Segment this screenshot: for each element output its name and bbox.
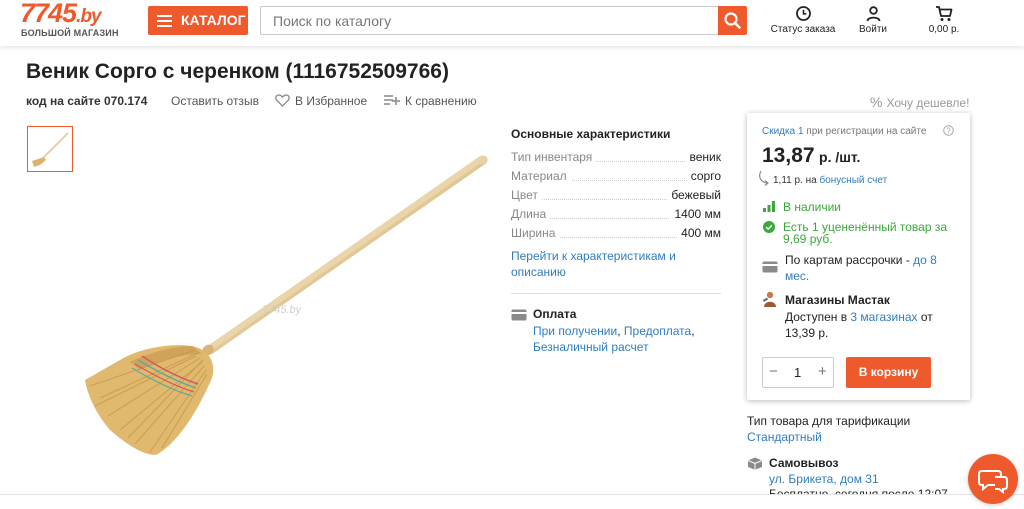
spec-key: Длина	[511, 207, 551, 221]
bonus-note: 1,11 р. на бонусный счет	[773, 175, 887, 186]
discounted-item-link[interactable]: Есть 1 уцененённый товар за 9,69 руб.	[783, 221, 958, 245]
catalog-button[interactable]: КАТАЛОГ	[148, 6, 248, 35]
order-status-link[interactable]: Статус заказа	[768, 5, 838, 39]
spec-row: Ширина 400 мм	[511, 226, 721, 242]
cart-total: 0,00 р.	[928, 24, 960, 35]
price-unit: р. /шт.	[819, 149, 861, 165]
add-to-favorites-link[interactable]: В Избранное	[275, 94, 367, 108]
discount-note: Скидка 1 при регистрации на сайте	[762, 126, 926, 137]
stores-availability: Доступен в 3 магазинах от 13,39 р.	[785, 309, 965, 341]
spec-row: Длина 1400 мм	[511, 207, 721, 223]
check-circle-icon	[763, 221, 775, 233]
product-thumbnail[interactable]	[27, 126, 73, 172]
quantity-value[interactable]: 1	[794, 365, 801, 380]
login-label: Войти	[859, 24, 887, 35]
spec-value: 400 мм	[677, 226, 721, 240]
all-specs-link[interactable]: Перейти к характеристикам и описанию	[511, 248, 701, 280]
bonus-arrow-icon	[759, 170, 769, 186]
spec-key: Цвет	[511, 188, 542, 202]
discount-link[interactable]: Скидка 1	[762, 126, 804, 137]
want-cheaper-link[interactable]: % Хочу дешевле!	[870, 94, 969, 110]
spec-row: Материал сорго	[511, 169, 721, 185]
search-placeholder: Поиск по каталогу	[273, 13, 392, 29]
percent-icon: %	[870, 94, 883, 110]
decrease-quantity-button[interactable]: −	[769, 363, 778, 380]
clock-icon	[795, 6, 811, 21]
quantity-stepper: − 1 +	[762, 357, 834, 388]
image-watermark: 7745.by	[262, 304, 302, 316]
bonus-account-link[interactable]: бонусный счет	[819, 175, 887, 186]
login-link[interactable]: Войти	[852, 5, 894, 39]
search-button[interactable]	[718, 6, 747, 35]
section-divider	[511, 293, 721, 294]
stores-title: Магазины Мастак	[785, 293, 890, 307]
cart-link[interactable]: 0,00 р.	[922, 5, 966, 39]
logo-wordmark: 7745.by	[20, 0, 102, 28]
price: 13,87 р. /шт.	[762, 144, 860, 168]
installment-text: По картам рассрочки -	[785, 253, 910, 267]
tarif-title: Тип товара для тарификации	[747, 414, 911, 428]
compare-icon	[384, 95, 400, 105]
add-to-cart-button[interactable]: В корзину	[846, 357, 931, 388]
broom-thumbnail-image	[32, 132, 69, 167]
bonus-amount: 1,11 р. на	[773, 175, 817, 186]
search-input[interactable]: Поиск по каталогу	[260, 6, 747, 35]
discount-text: при регистрации на сайте	[806, 126, 927, 137]
product-code: код на сайте 070.174	[26, 94, 147, 108]
heart-icon	[275, 94, 290, 107]
buy-box: Скидка 1 при регистрации на сайте ? 13,8…	[747, 113, 970, 400]
pickup-title: Самовывоз	[769, 456, 839, 470]
payment-option-prepay[interactable]: Предоплата	[624, 324, 691, 338]
favorites-label: В Избранное	[295, 94, 368, 108]
product-code-label: код на сайте	[26, 94, 101, 108]
price-value: 13,87	[762, 144, 815, 167]
svg-text:?: ?	[946, 126, 951, 135]
want-cheaper-label: Хочу дешевле!	[886, 96, 970, 110]
stock-status: В наличии	[783, 200, 842, 214]
chat-button[interactable]	[968, 454, 1018, 504]
product-title: Веник Сорго с черенком (1116752509766)	[26, 60, 449, 83]
site-logo[interactable]: 7745.by БОЛЬШОЙ МАГАЗИН	[20, 0, 130, 41]
spec-key: Тип инвентаря	[511, 150, 597, 164]
box-icon	[747, 457, 763, 470]
increase-quantity-button[interactable]: +	[818, 363, 827, 380]
specs-title: Основные характеристики	[511, 127, 671, 141]
spec-value: бежевый	[667, 188, 721, 202]
master-icon	[762, 291, 776, 307]
cart-icon	[936, 6, 953, 21]
payment-options: При получении, Предоплата, Безналичный р…	[533, 324, 695, 354]
product-code-value: 070.174	[104, 94, 148, 108]
menu-icon	[157, 15, 172, 27]
compare-label: К сравнению	[405, 94, 477, 108]
spec-value: сорго	[686, 169, 721, 183]
add-to-compare-link[interactable]: К сравнению	[384, 94, 477, 108]
user-icon	[866, 6, 880, 22]
spec-value: веник	[685, 150, 721, 164]
order-status-label: Статус заказа	[770, 24, 836, 35]
payment-title: Оплата	[533, 307, 577, 321]
installment-card-icon	[762, 261, 778, 273]
spec-key: Материал	[511, 169, 571, 183]
payment-option-on-delivery[interactable]: При получении	[533, 324, 617, 338]
spec-row: Цвет бежевый	[511, 188, 721, 204]
help-icon[interactable]: ?	[943, 125, 954, 136]
spec-key: Ширина	[511, 226, 560, 240]
stock-bars-icon	[763, 201, 775, 212]
spec-row: Тип инвентаря веник	[511, 150, 721, 166]
payment-card-icon	[511, 309, 527, 321]
tarif-value-link[interactable]: Стандартный	[747, 430, 822, 444]
page-bottom-divider	[0, 494, 1024, 495]
payment-option-cashless[interactable]: Безналичный расчет	[533, 340, 649, 354]
installment-note: По картам рассрочки - до 8 мес.	[785, 252, 960, 284]
catalog-button-label: КАТАЛОГ	[181, 12, 246, 28]
pickup-address-link[interactable]: ул. Брикета, дом 31	[769, 472, 879, 486]
spec-value: 1400 мм	[670, 207, 721, 221]
site-header: 7745.by БОЛЬШОЙ МАГАЗИН КАТАЛОГ Поиск по…	[0, 0, 1024, 46]
leave-review-link[interactable]: Оставить отзыв	[171, 94, 259, 108]
search-icon	[724, 12, 741, 29]
chat-bubbles-icon	[978, 470, 1008, 494]
stores-link[interactable]: 3 магазинах	[850, 310, 917, 324]
stores-text-1: Доступен в	[785, 310, 848, 324]
logo-tagline: БОЛЬШОЙ МАГАЗИН	[21, 28, 119, 38]
